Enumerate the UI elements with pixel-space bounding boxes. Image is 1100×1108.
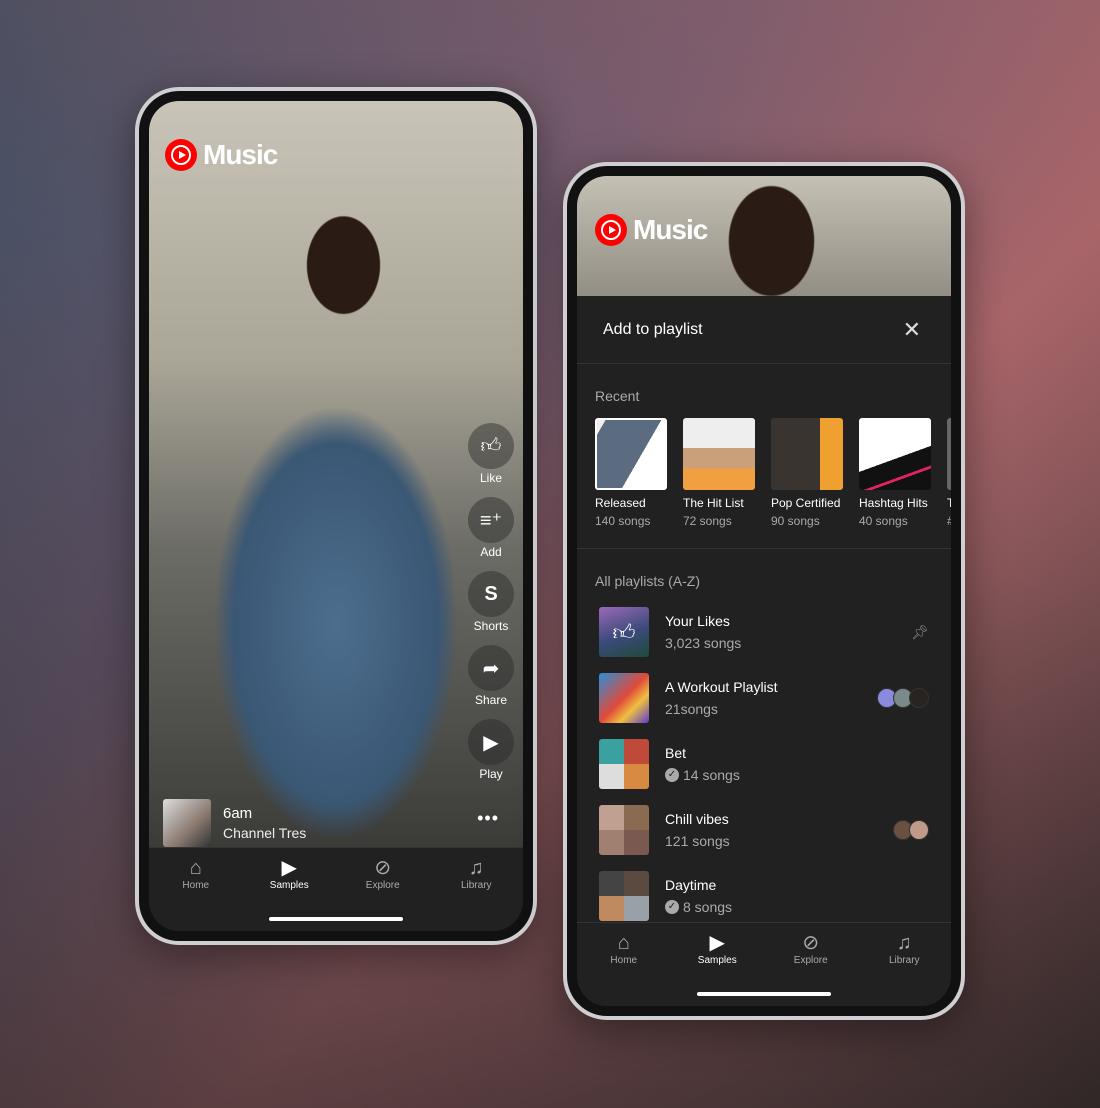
shorts-icon: S [468, 571, 514, 617]
track-thumbnail [163, 799, 211, 847]
playlist-item[interactable]: A Workout Playlist 21songs [577, 665, 951, 731]
samples-play-icon: ▶ [709, 932, 725, 954]
nav-library[interactable]: ♫ Library [441, 856, 511, 931]
sheet-title: Add to playlist [603, 320, 703, 338]
bottom-nav: ⌂ Home ▶ Samples ⊘ Explore ♫ Library [577, 922, 951, 1006]
home-icon: ⌂ [189, 857, 202, 879]
collaborator-avatars [893, 820, 929, 840]
track-artist: Channel Tres [223, 825, 307, 841]
home-icon: ⌂ [617, 932, 630, 954]
track-title: 6am [223, 805, 253, 822]
right-phone: Music Add to playlist ✕ Recent Released 1… [563, 162, 965, 1020]
bottom-nav: ⌂ Home ▶ Samples ⊘ Explore ♫ Library [149, 847, 523, 931]
add-to-playlist-screen: Music Add to playlist ✕ Recent Released 1… [577, 176, 951, 1006]
compass-icon: ⊘ [802, 932, 820, 954]
playlist-item[interactable]: 👍︎ Your Likes 3,023 songs 📌︎ [577, 599, 951, 665]
playlist-item[interactable]: Daytime ✓ 8 songs [577, 863, 951, 929]
play-icon: ▶ [468, 719, 514, 765]
add-to-playlist-sheet: Add to playlist ✕ Recent Released 140 son… [577, 296, 951, 922]
home-indicator [697, 992, 831, 996]
like-button[interactable]: 👍︎ Like [468, 423, 514, 485]
recent-label: Recent [595, 388, 640, 404]
playlist-item[interactable]: Bet ✓ 14 songs [577, 731, 951, 797]
recent-playlist[interactable]: Pop Certified 90 songs [771, 418, 843, 528]
add-button[interactable]: ≡⁺ Add [468, 497, 514, 559]
share-button[interactable]: ➦ Share [468, 645, 514, 707]
youtube-music-logo: Music [165, 139, 278, 171]
thumbs-up-icon: 👍︎ [468, 423, 514, 469]
shorts-button[interactable]: S Shorts [468, 571, 514, 633]
youtube-music-logo: Music [595, 214, 708, 246]
thumbs-up-icon: 👍︎ [599, 607, 649, 657]
playlist-add-icon: ≡⁺ [468, 497, 514, 543]
all-playlists-label: All playlists (A-Z) [595, 573, 701, 589]
home-indicator [269, 917, 403, 921]
library-icon: ♫ [896, 932, 912, 954]
recent-playlist[interactable]: Hashtag Hits 40 songs [859, 418, 931, 528]
collaborator-avatars [877, 688, 929, 708]
recent-playlist[interactable]: Released 140 songs [595, 418, 667, 528]
compass-icon: ⊘ [374, 857, 392, 879]
share-icon: ➦ [468, 645, 514, 691]
now-playing[interactable]: 6am Channel Tres [163, 799, 306, 847]
nav-home[interactable]: ⌂ Home [589, 931, 659, 1006]
left-phone: Music 👍︎ Like ≡⁺ Add S Shorts ➦ Share ▶ Play … [135, 87, 537, 945]
library-icon: ♫ [468, 857, 484, 879]
downloaded-icon: ✓ [665, 900, 679, 914]
samples-play-icon: ▶ [281, 857, 297, 879]
nav-home[interactable]: ⌂ Home [161, 856, 231, 931]
more-options-icon[interactable]: ••• [477, 808, 499, 829]
playlist-item[interactable]: Chill vibes 121 songs [577, 797, 951, 863]
close-icon[interactable]: ✕ [903, 317, 921, 343]
downloaded-icon: ✓ [665, 768, 679, 782]
player-screen: Music 👍︎ Like ≡⁺ Add S Shorts ➦ Share ▶ Play … [149, 101, 523, 931]
play-button[interactable]: ▶ Play [468, 719, 514, 781]
pin-icon: 📌︎ [911, 623, 929, 640]
recent-playlists: Released 140 songs The Hit List 72 songs P… [577, 404, 951, 528]
nav-library[interactable]: ♫ Library [869, 931, 939, 1006]
recent-playlist[interactable]: The Hit List 72 songs [683, 418, 755, 528]
recent-playlist[interactable]: T# [947, 418, 951, 528]
